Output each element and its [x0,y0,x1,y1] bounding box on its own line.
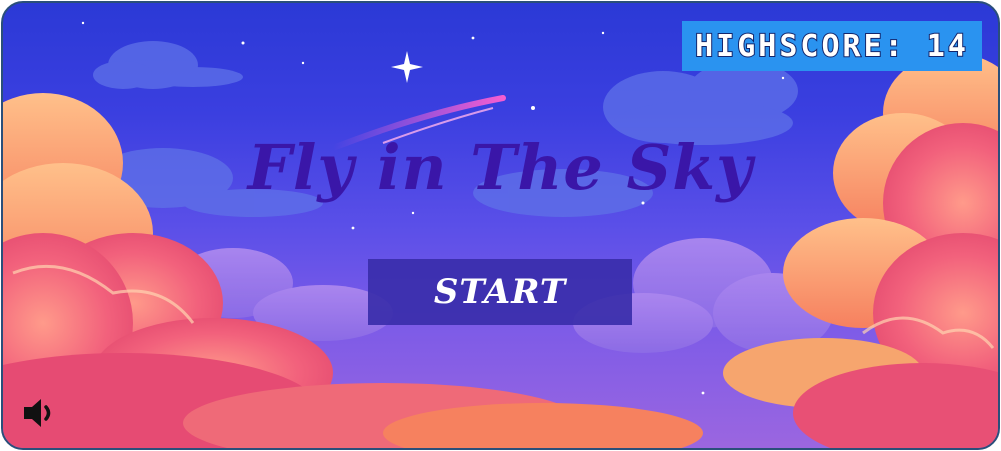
speaker-icon[interactable] [21,395,63,431]
start-button[interactable]: START [368,259,632,325]
sparkle-star [391,51,423,83]
game-title: Fly in The Sky [247,131,754,204]
game-screen: HIGHSCORE: 14 Fly in The Sky START [1,1,1000,450]
highscore-display: HIGHSCORE: 14 [682,21,982,71]
highscore-label: HIGHSCORE: 14 [694,28,969,65]
start-button-label: START [433,272,567,312]
